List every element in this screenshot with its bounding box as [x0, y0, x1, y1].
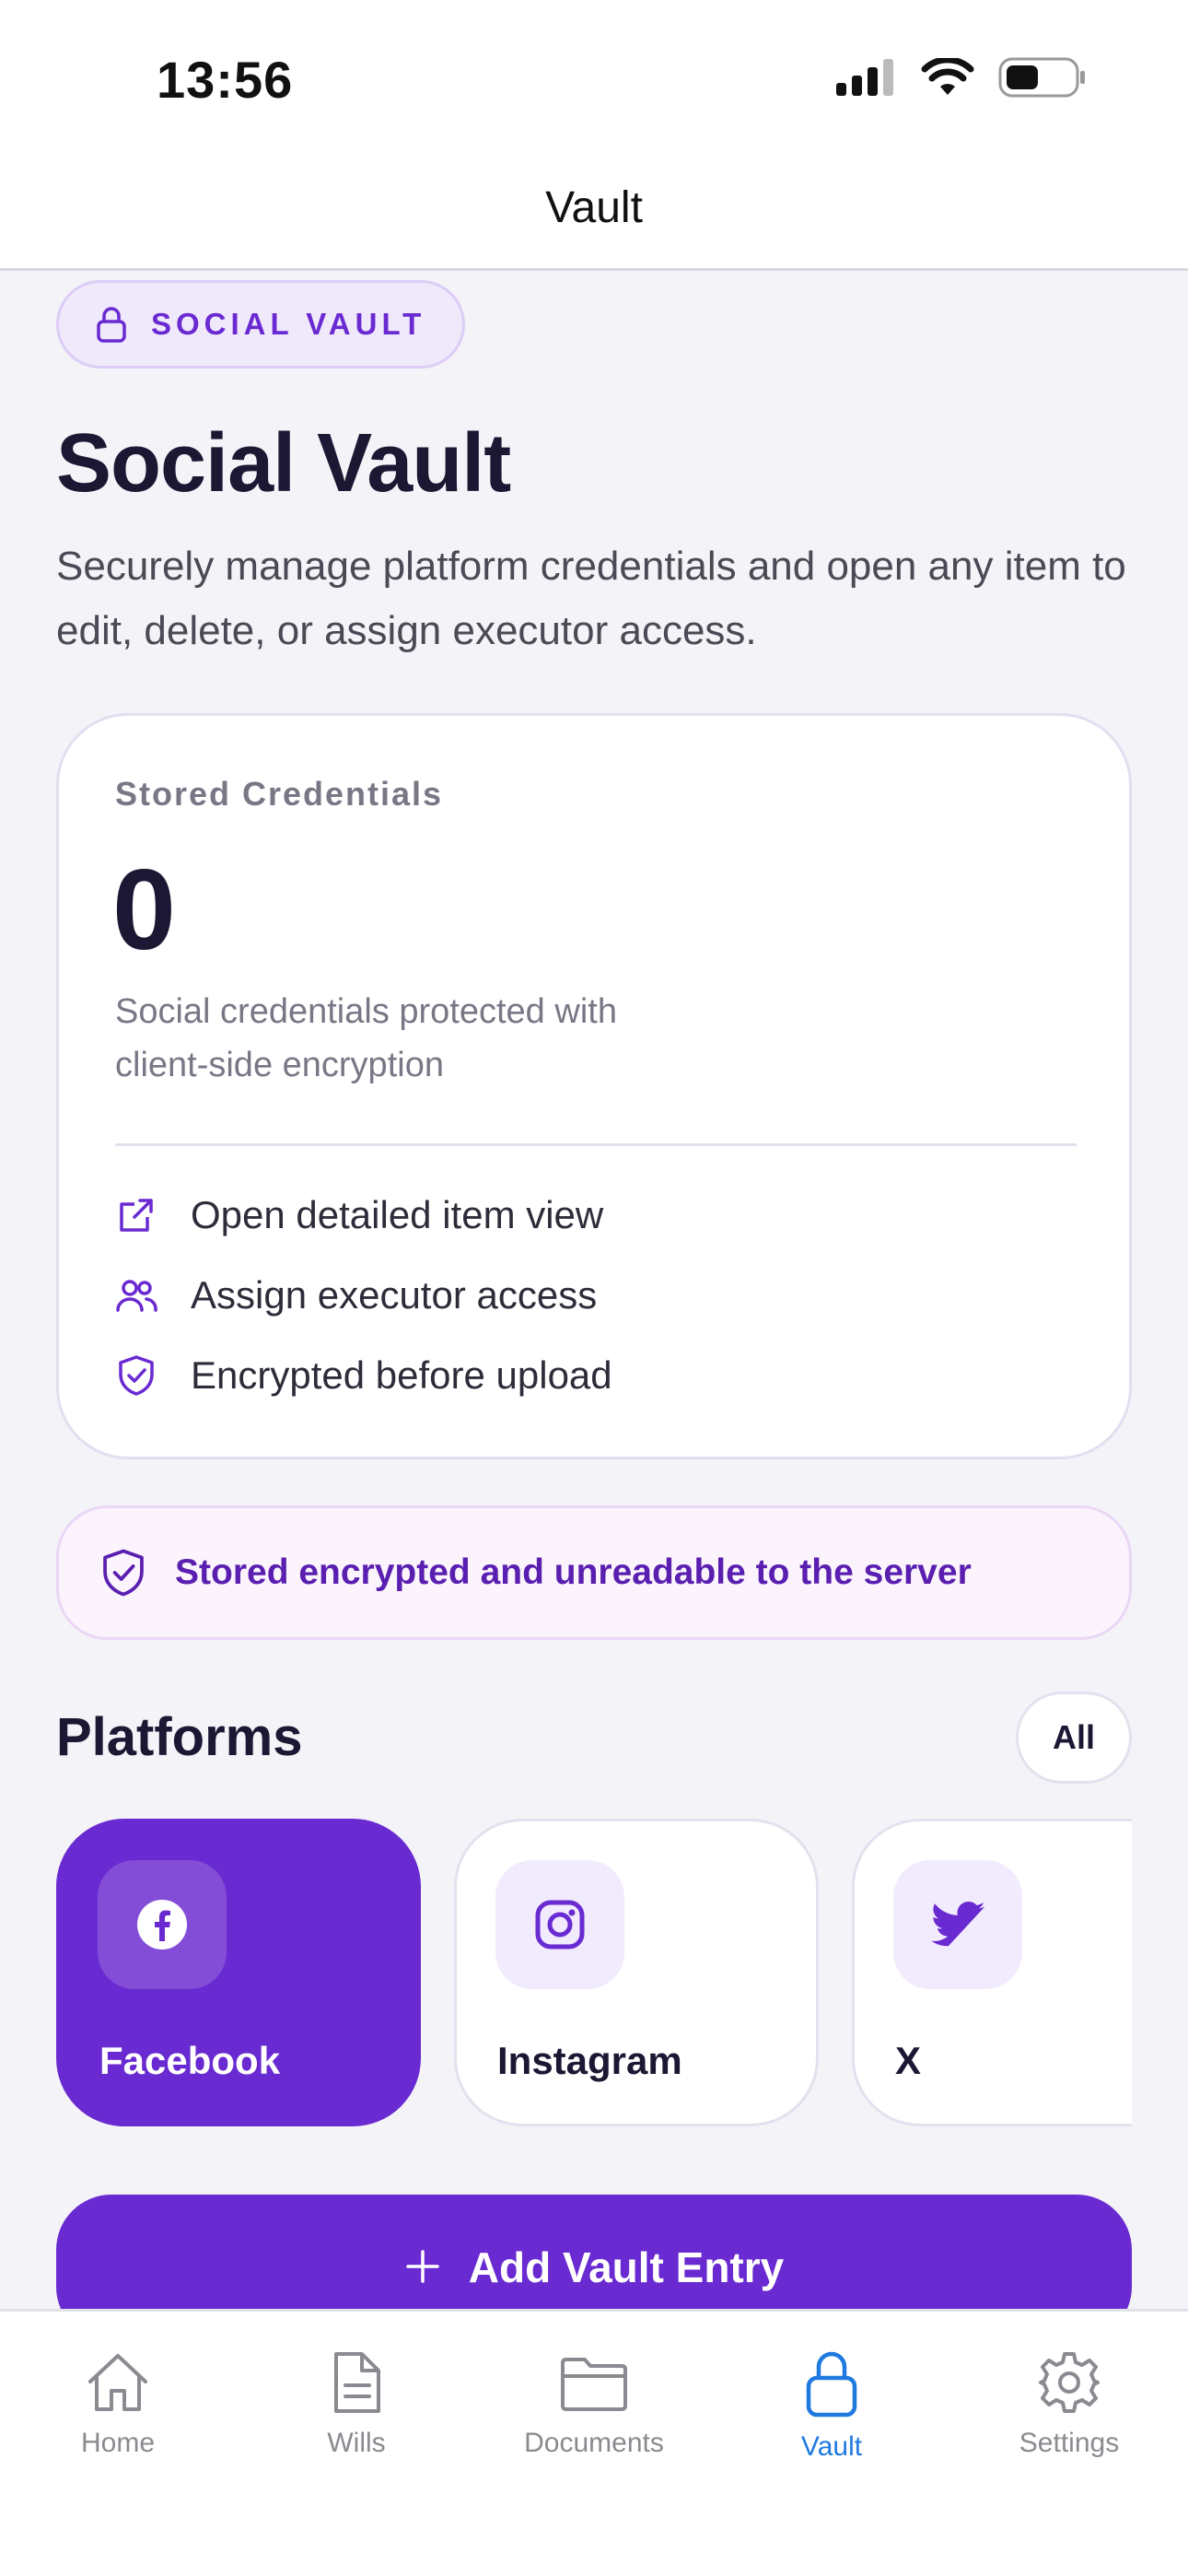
platform-card-x[interactable]: X [852, 1819, 1132, 2126]
notice-text: Stored encrypted and unreadable to the s… [175, 1552, 972, 1592]
platform-name: X [895, 2039, 922, 2082]
tab-label: Home [80, 2428, 156, 2458]
page-title: Social Vault [56, 417, 511, 509]
shield-check-icon [103, 1549, 144, 1597]
tab-label: Documents [524, 2428, 664, 2458]
tab-bar: Home Wills Documents Vault Settings [0, 2309, 1188, 2576]
filter-all-button[interactable]: All [1016, 1692, 1132, 1784]
gear-icon [1039, 2352, 1100, 2413]
feature-label: Open detailed item view [191, 1193, 604, 1236]
battery-icon [998, 57, 1085, 98]
card-subtitle: Social credentials protected with client… [115, 992, 617, 1084]
platform-card-facebook[interactable]: Facebook [56, 1819, 421, 2126]
page-description: Securely manage platform credentials and… [56, 544, 1126, 653]
plus-icon [406, 2250, 439, 2283]
shield-check-icon [115, 1354, 157, 1397]
lock-icon [97, 307, 126, 343]
document-icon [334, 2352, 380, 2413]
tab-label: Settings [1019, 2428, 1120, 2458]
platform-name: Facebook [99, 2039, 281, 2082]
external-link-icon [115, 1194, 157, 1236]
add-button-label: Add Vault Entry [468, 2243, 785, 2291]
badge-label: SOCIAL VAULT [151, 307, 426, 341]
tab-label: Wills [327, 2428, 386, 2458]
status-bar: 13:56 [0, 0, 1188, 157]
platforms-heading: Platforms [56, 1707, 303, 1767]
nav-title: Vault [545, 183, 643, 232]
feature-label: Encrypted before upload [191, 1353, 612, 1397]
users-icon [115, 1274, 157, 1317]
platform-carousel[interactable]: Facebook Instagram X [56, 1819, 1132, 2128]
feature-item: Open detailed item view [115, 1193, 603, 1237]
signal-icon [836, 59, 893, 96]
nav-bar: Vault [0, 157, 1188, 271]
credentials-count: 0 [112, 847, 176, 974]
tab-documents[interactable]: Documents [493, 2350, 695, 2459]
tab-home[interactable]: Home [17, 2350, 219, 2459]
twitter-icon [893, 1860, 1022, 1989]
home-icon [88, 2354, 147, 2411]
credentials-card: Stored Credentials 0 Social credentials … [56, 713, 1132, 1459]
tab-vault[interactable]: Vault [730, 2350, 933, 2463]
feature-item: Encrypted before upload [115, 1353, 612, 1398]
card-kicker: Stored Credentials [115, 775, 444, 813]
folder-icon [561, 2358, 627, 2411]
feature-item: Assign executor access [115, 1273, 597, 1317]
tab-label: Vault [800, 2431, 863, 2462]
platform-name: Instagram [497, 2039, 682, 2082]
lock-icon [806, 2351, 857, 2418]
platform-card-instagram[interactable]: Instagram [454, 1819, 819, 2126]
status-icons [836, 57, 1087, 98]
tab-settings[interactable]: Settings [968, 2350, 1171, 2459]
instagram-icon [495, 1860, 624, 1989]
encryption-notice: Stored encrypted and unreadable to the s… [56, 1505, 1132, 1640]
tab-wills[interactable]: Wills [255, 2350, 458, 2459]
status-time: 13:56 [157, 51, 294, 109]
facebook-icon [98, 1860, 227, 1989]
section-badge: SOCIAL VAULT [56, 280, 466, 369]
wifi-icon [921, 58, 974, 95]
card-divider [115, 1143, 1077, 1146]
feature-label: Assign executor access [191, 1273, 598, 1317]
